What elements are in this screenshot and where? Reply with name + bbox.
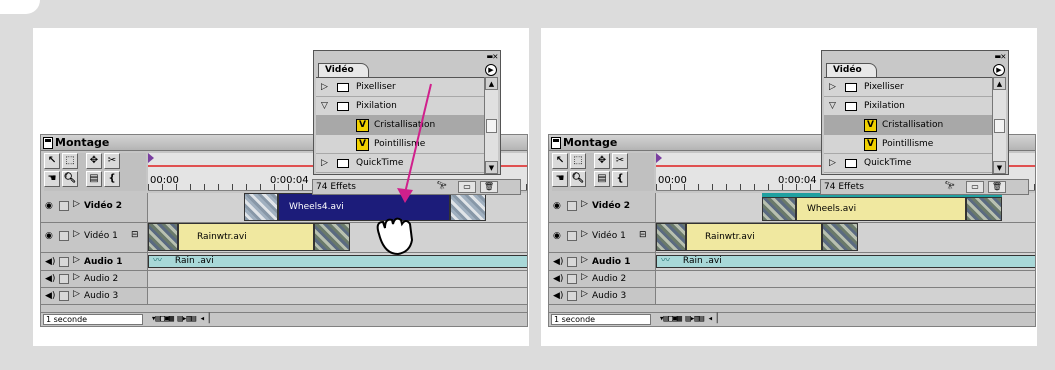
find-icon[interactable]: 🔭︎ <box>941 181 959 193</box>
collapse-triangle-icon[interactable]: ▽ <box>829 97 836 116</box>
razor-tool-icon[interactable]: ✂ <box>612 153 628 169</box>
lock-toggle[interactable] <box>567 257 577 267</box>
track-name: Audio 3 <box>592 291 627 301</box>
list-item[interactable]: ▷ QuickTime <box>824 154 992 173</box>
scroll-thumb[interactable] <box>994 119 1005 133</box>
track-audio-3: ◀) Audio 3 <box>549 288 1035 305</box>
track-header: ◀) Audio 3 <box>549 288 656 304</box>
track-video-2: ◉ Vidéo 2 Wheels.avi <box>549 193 1035 223</box>
item-label: QuickTime <box>864 158 912 168</box>
list-item[interactable]: V Pointillisme <box>824 135 992 154</box>
folder-icon <box>845 102 857 111</box>
expand-triangle-icon[interactable] <box>581 255 588 266</box>
screenshot-panel-after: Montage ↖ ⬚ ✥ ✂ ☚ 🔍︎ ▤ { 00:00 0:00:04 ◉ <box>541 28 1037 346</box>
expand-triangle-icon[interactable]: ▷ <box>829 78 836 97</box>
hand-tool-icon[interactable]: ☚ <box>552 171 568 187</box>
clip-wheels[interactable]: Wheels.avi <box>796 197 966 221</box>
clip-label: Rainwtr.avi <box>705 232 755 242</box>
lock-toggle[interactable] <box>567 231 577 241</box>
waveform-icon: 〰 <box>661 256 671 266</box>
clip-label: Rain .avi <box>682 256 722 266</box>
track-option-icons[interactable]: ▾▤▢▣▦ ▤▸▥▤ ◂▕ <box>659 314 789 325</box>
selection-tool-icon[interactable]: ↖ <box>552 153 568 169</box>
eye-icon[interactable]: ◉ <box>553 231 565 241</box>
track-lane[interactable] <box>656 271 1035 287</box>
expand-triangle-icon[interactable]: ▷ <box>829 154 836 173</box>
eye-icon[interactable]: ◉ <box>553 201 565 211</box>
clip-label: Wheels.avi <box>807 204 857 214</box>
list-item[interactable]: ▷ Pixelliser <box>824 78 992 97</box>
track-header: ◉ Vidéo 1 ⊟ <box>549 223 656 252</box>
track-lane[interactable] <box>656 288 1035 304</box>
track-name: Audio 1 <box>592 257 631 267</box>
new-folder-icon[interactable]: ▭ <box>966 181 984 193</box>
tab-video[interactable]: Vidéo <box>826 63 877 77</box>
track-name: Vidéo 2 <box>592 201 631 211</box>
effects-count-bar: 74 Effets 🔭︎ ▭ 🗑︎ <box>820 179 1029 195</box>
list-item[interactable]: V Cristallisation <box>824 116 992 135</box>
track-header: ◀) Audio 1 <box>549 253 656 270</box>
hand-cursor-icon <box>376 217 414 256</box>
track-lane[interactable]: Wheels.avi <box>656 193 1035 222</box>
effect-fx-icon: V <box>864 138 877 151</box>
track-audio-2: ◀) Audio 2 <box>549 271 1035 288</box>
expand-triangle-icon[interactable] <box>581 272 588 283</box>
track-name: Audio 2 <box>592 274 627 284</box>
tool-palette: ↖ ⬚ ✥ ✂ ☚ 🔍︎ ▤ { <box>552 153 654 191</box>
speaker-icon[interactable]: ◀) <box>553 257 565 267</box>
effects-count: 74 Effets <box>824 182 864 192</box>
work-area-marker-icon[interactable] <box>656 153 662 163</box>
track-video-1: ◉ Vidéo 1 ⊟ Rainwtr.avi <box>549 223 1035 253</box>
range-select-tool-icon[interactable]: ⬚ <box>570 153 586 169</box>
track-header: ◀) Audio 2 <box>549 271 656 287</box>
track-name: Vidéo 1 <box>592 231 626 241</box>
folder-icon <box>845 83 857 92</box>
drag-arrow <box>376 83 432 256</box>
expand-triangle-icon[interactable] <box>581 199 588 210</box>
folder-icon <box>845 159 857 168</box>
clip-thumbnail <box>822 223 858 251</box>
track-audio-1: ◀) Audio 1 〰 Rain .avi <box>549 253 1035 271</box>
item-label: Pointillisme <box>882 139 934 149</box>
clip-thumbnail <box>656 223 686 251</box>
link-tool-icon[interactable]: ▤ <box>594 171 610 187</box>
trash-icon[interactable]: 🗑︎ <box>988 181 1006 193</box>
track-header: ◉ Vidéo 2 <box>549 193 656 222</box>
scroll-up-icon[interactable]: ▲ <box>993 77 1006 90</box>
track-lane[interactable]: Rainwtr.avi <box>656 223 1035 252</box>
zoom-tool-icon[interactable]: 🔍︎ <box>570 171 586 187</box>
lock-toggle[interactable] <box>567 274 577 284</box>
time-scale-select[interactable]: 1 seconde <box>551 314 651 325</box>
list-item[interactable]: ▽ Pixilation <box>824 97 992 116</box>
expand-triangle-icon[interactable] <box>581 229 588 240</box>
track-lane[interactable]: 〰 Rain .avi <box>656 253 1035 270</box>
clip-thumbnail <box>762 197 796 221</box>
montage-statusbar: 1 seconde ▾▤▢▣▦ ▤▸▥▤ ◂▕ <box>549 312 1035 326</box>
item-label: Cristallisation <box>882 120 944 130</box>
effect-fx-icon: V <box>864 119 877 132</box>
lock-toggle[interactable] <box>567 291 577 301</box>
item-label: Pixelliser <box>864 82 904 92</box>
palette-scrollbar[interactable]: ▲ ▼ <box>992 77 1006 174</box>
effects-list: ▷ Pixelliser ▽ Pixilation V Cristallisat… <box>824 77 992 174</box>
palette-menu-icon[interactable]: ▶ <box>993 64 1005 76</box>
window-buttons[interactable]: ▬✕ <box>995 52 1006 62</box>
item-label: Pixilation <box>864 101 905 111</box>
clip-thumbnail <box>966 197 1002 221</box>
clip-rain-audio[interactable]: 〰 Rain .avi <box>656 255 1035 268</box>
scroll-down-icon[interactable]: ▼ <box>993 161 1006 174</box>
speaker-icon[interactable]: ◀) <box>553 291 565 301</box>
screenshot-panel-before: Montage ↖ ⬚ ✥ ✂ ☚ 🔍︎ ▤ { 00:00 0:00:04 ◉ <box>33 28 529 346</box>
lock-toggle[interactable] <box>567 201 577 211</box>
clip-rainwtr[interactable]: Rainwtr.avi <box>686 223 822 251</box>
speaker-icon[interactable]: ◀) <box>553 274 565 284</box>
document-icon <box>551 137 561 149</box>
track-tool-icon[interactable]: ✥ <box>594 153 610 169</box>
expand-triangle-icon[interactable] <box>581 289 588 300</box>
in-out-tool-icon[interactable]: { <box>612 171 628 187</box>
video-effects-palette: ▬✕ Vidéo ▶ ▷ Pixelliser ▽ Pixilation V C… <box>821 50 1009 175</box>
montage-title: Montage <box>563 136 618 149</box>
transition-icon[interactable]: ⊟ <box>639 230 647 240</box>
